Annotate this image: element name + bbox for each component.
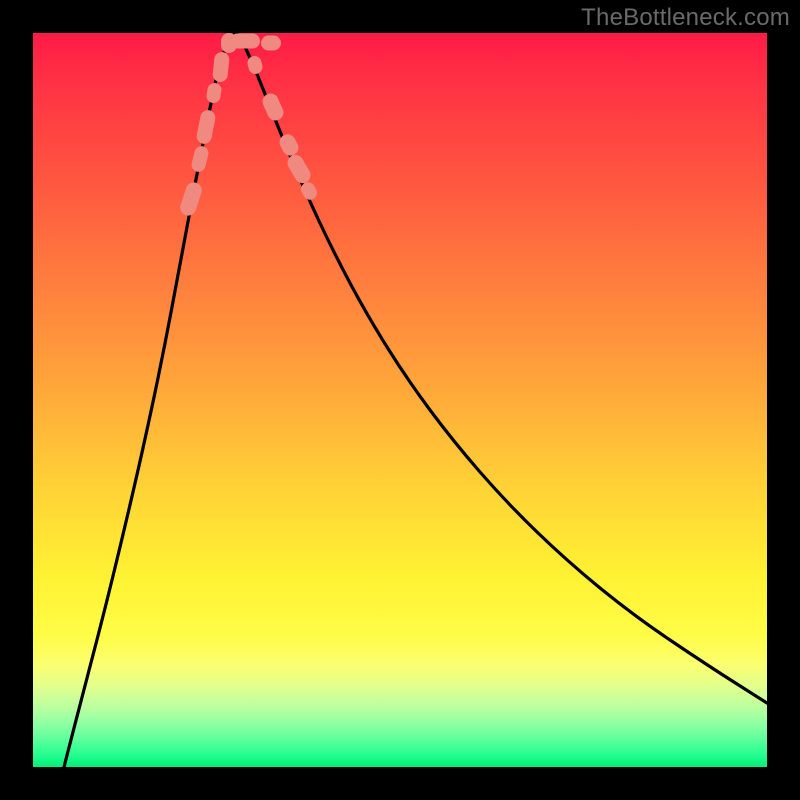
chart-frame: TheBottleneck.com [0, 0, 800, 800]
data-marker [285, 152, 314, 186]
curve-layer [33, 33, 767, 767]
data-marker [261, 36, 281, 51]
data-marker [190, 145, 210, 174]
curve-left-branch [64, 34, 235, 767]
data-marker [230, 34, 260, 49]
curve-right-branch [237, 34, 767, 703]
plot-area [33, 33, 767, 767]
data-marker [178, 180, 204, 217]
data-marker [195, 109, 216, 145]
marker-group [178, 33, 319, 218]
data-marker [260, 91, 286, 123]
watermark-text: TheBottleneck.com [581, 4, 790, 32]
data-marker [212, 51, 230, 82]
data-marker [206, 82, 223, 104]
